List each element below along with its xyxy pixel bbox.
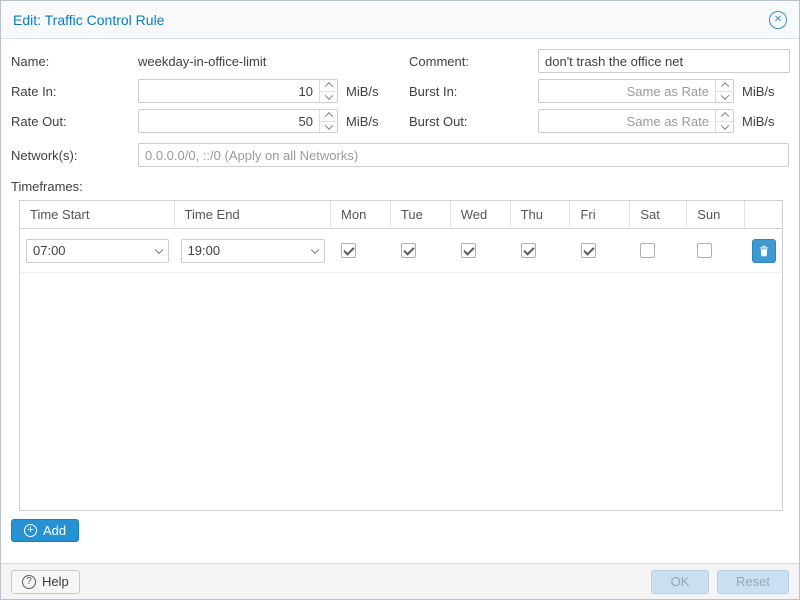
row-networks: Network(s): — [11, 143, 789, 167]
timeframe-row — [20, 229, 782, 273]
burst-out-field — [538, 109, 734, 133]
close-icon: ✕ — [774, 14, 782, 25]
burst-in-input[interactable] — [538, 79, 734, 103]
comment-label: Comment: — [409, 54, 538, 69]
help-button-label: Help — [42, 574, 69, 589]
time-end-combo-input[interactable] — [181, 239, 326, 263]
edit-traffic-control-rule-dialog: Edit: Traffic Control Rule ✕ Name: weekd… — [0, 0, 800, 600]
rate-in-input[interactable] — [138, 79, 338, 103]
burst-out-group: Burst Out: MiB/s — [409, 109, 775, 133]
comment-input[interactable] — [538, 49, 790, 73]
timeframes-table: Time StartTime EndMonTueWedThuFriSatSun — [19, 200, 783, 511]
add-button[interactable]: + Add — [11, 519, 79, 542]
burst-in-spinner — [715, 80, 733, 102]
name-label: Name: — [11, 54, 138, 69]
burst-out-unit: MiB/s — [742, 114, 775, 129]
networks-label: Network(s): — [11, 148, 138, 163]
timeframes-body — [20, 229, 782, 510]
trash-icon — [758, 245, 770, 257]
burst-out-spinner — [715, 110, 733, 132]
rate-out-field — [138, 109, 338, 133]
plus-circle-icon: + — [24, 524, 37, 537]
column-header-sat[interactable]: Sat — [630, 201, 687, 228]
rate-out-unit: MiB/s — [346, 114, 379, 129]
spinner-down-icon[interactable] — [320, 122, 337, 133]
spinner-up-icon[interactable] — [320, 80, 337, 92]
timeframes-label: Timeframes: — [11, 179, 789, 194]
column-header-sun[interactable]: Sun — [687, 201, 745, 228]
rate-out-label: Rate Out: — [11, 114, 138, 129]
burst-out-label: Burst Out: — [409, 114, 538, 129]
help-button[interactable]: ? Help — [11, 570, 80, 594]
comment-group: Comment: — [409, 49, 790, 73]
day-checkbox-wed[interactable] — [461, 243, 476, 258]
spinner-down-icon[interactable] — [716, 122, 733, 133]
burst-in-label: Burst In: — [409, 84, 538, 99]
column-header-tue[interactable]: Tue — [391, 201, 451, 228]
rate-out-spinner — [319, 110, 337, 132]
rate-in-label: Rate In: — [11, 84, 138, 99]
footer-actions: OK Reset — [651, 570, 789, 594]
spinner-up-icon[interactable] — [716, 80, 733, 92]
question-circle-icon: ? — [22, 575, 36, 589]
column-header-thu[interactable]: Thu — [511, 201, 571, 228]
rate-in-unit: MiB/s — [346, 84, 379, 99]
reset-button[interactable]: Reset — [717, 570, 789, 594]
spinner-down-icon[interactable] — [716, 92, 733, 103]
burst-out-input[interactable] — [538, 109, 734, 133]
spinner-up-icon[interactable] — [320, 110, 337, 122]
day-checkbox-sat[interactable] — [640, 243, 655, 258]
ok-button[interactable]: OK — [651, 570, 709, 594]
burst-in-unit: MiB/s — [742, 84, 775, 99]
add-button-label: Add — [43, 523, 66, 538]
dialog-body: Name: weekday-in-office-limit Comment: R… — [1, 39, 799, 563]
row-rate-in-burst-in: Rate In: MiB/s Burst In: MiB/s — [11, 79, 789, 103]
burst-in-group: Burst In: MiB/s — [409, 79, 775, 103]
rate-in-spinner — [319, 80, 337, 102]
burst-in-field — [538, 79, 734, 103]
day-checkbox-fri[interactable] — [581, 243, 596, 258]
dialog-footer: ? Help OK Reset — [1, 563, 799, 599]
networks-input[interactable] — [138, 143, 789, 167]
column-header-actions[interactable] — [745, 201, 782, 228]
spinner-up-icon[interactable] — [716, 110, 733, 122]
close-button[interactable]: ✕ — [769, 11, 787, 29]
delete-row-button[interactable] — [752, 239, 776, 263]
rate-out-input[interactable] — [138, 109, 338, 133]
time-start-combo — [26, 239, 169, 263]
day-checkbox-tue[interactable] — [401, 243, 416, 258]
column-header-wed[interactable]: Wed — [451, 201, 511, 228]
time-start-combo-input[interactable] — [26, 239, 169, 263]
spinner-down-icon[interactable] — [320, 92, 337, 103]
column-header-time-end[interactable]: Time End — [175, 201, 332, 228]
timeframes-header: Time StartTime EndMonTueWedThuFriSatSun — [20, 201, 782, 229]
row-rate-out-burst-out: Rate Out: MiB/s Burst Out: MiB/ — [11, 109, 789, 133]
name-value: weekday-in-office-limit — [138, 54, 266, 69]
day-checkbox-sun[interactable] — [697, 243, 712, 258]
column-header-time-start[interactable]: Time Start — [20, 201, 175, 228]
column-header-fri[interactable]: Fri — [570, 201, 630, 228]
dialog-title: Edit: Traffic Control Rule — [13, 12, 769, 28]
row-name-comment: Name: weekday-in-office-limit Comment: — [11, 49, 789, 73]
time-end-combo — [181, 239, 326, 263]
dialog-titlebar: Edit: Traffic Control Rule ✕ — [1, 1, 799, 39]
day-checkbox-thu[interactable] — [521, 243, 536, 258]
rate-in-field — [138, 79, 338, 103]
column-header-mon[interactable]: Mon — [331, 201, 391, 228]
day-checkbox-mon[interactable] — [341, 243, 356, 258]
